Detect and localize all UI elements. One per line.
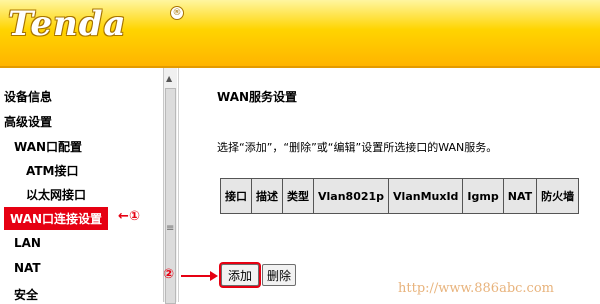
annotation-arrow-2-line xyxy=(181,275,211,277)
scroll-grip-icon: ≡ xyxy=(166,223,175,234)
sidebar-nav: 设备信息 高级设置 WAN口配置 ATM接口 以太网接口 WAN口连接设置 LA… xyxy=(0,68,179,302)
sidebar-item-device-info[interactable]: 设备信息 xyxy=(4,88,52,105)
sidebar-item-advanced-settings[interactable]: 高级设置 xyxy=(4,113,52,130)
header-banner: Tenda ® xyxy=(0,0,600,66)
scroll-up-icon[interactable]: ▲ xyxy=(166,74,172,83)
annotation-marker-2: ② xyxy=(163,267,175,282)
tenda-logo: Tenda xyxy=(8,4,127,44)
col-header-interface: 接口 xyxy=(220,178,252,214)
col-header-vlanmuxid: VlanMuxId xyxy=(388,178,464,214)
sidebar-item-atm-interface[interactable]: ATM接口 xyxy=(26,162,78,179)
col-header-igmp: Igmp xyxy=(462,178,504,214)
col-header-firewall: 防火墙 xyxy=(536,178,580,214)
sidebar-item-nat[interactable]: NAT xyxy=(14,261,41,275)
col-header-type: 类型 xyxy=(282,178,314,214)
sidebar-item-ethernet-interface[interactable]: 以太网接口 xyxy=(26,186,86,203)
annotation-arrow-2-head xyxy=(210,271,218,281)
wan-service-table: 接口 描述 类型 Vlan8021p VlanMuxId Igmp NAT 防火… xyxy=(220,178,580,214)
table-header-row: 接口 描述 类型 Vlan8021p VlanMuxId Igmp NAT 防火… xyxy=(220,178,580,214)
delete-button[interactable]: 删除 xyxy=(262,264,296,286)
add-button[interactable]: 添加 xyxy=(221,264,259,286)
col-header-description: 描述 xyxy=(251,178,283,214)
registered-mark: ® xyxy=(170,6,184,20)
page-title: WAN服务设置 xyxy=(217,90,298,104)
sidebar-item-lan[interactable]: LAN xyxy=(14,236,41,250)
sidebar-item-wan-connection-settings[interactable]: WAN口连接设置 xyxy=(4,207,109,230)
watermark-url: http://www.886abc.com xyxy=(398,281,554,296)
sidebar-item-security[interactable]: 安全 xyxy=(14,286,38,303)
sidebar-item-wan-config[interactable]: WAN口配置 xyxy=(14,138,82,155)
page-description: 选择“添加”，“删除”或“编辑”设置所选接口的WAN服务。 xyxy=(217,141,498,154)
col-header-vlan8021p: Vlan8021p xyxy=(312,178,390,214)
col-header-nat: NAT xyxy=(502,178,538,214)
annotation-marker-1: ←① xyxy=(118,209,140,224)
